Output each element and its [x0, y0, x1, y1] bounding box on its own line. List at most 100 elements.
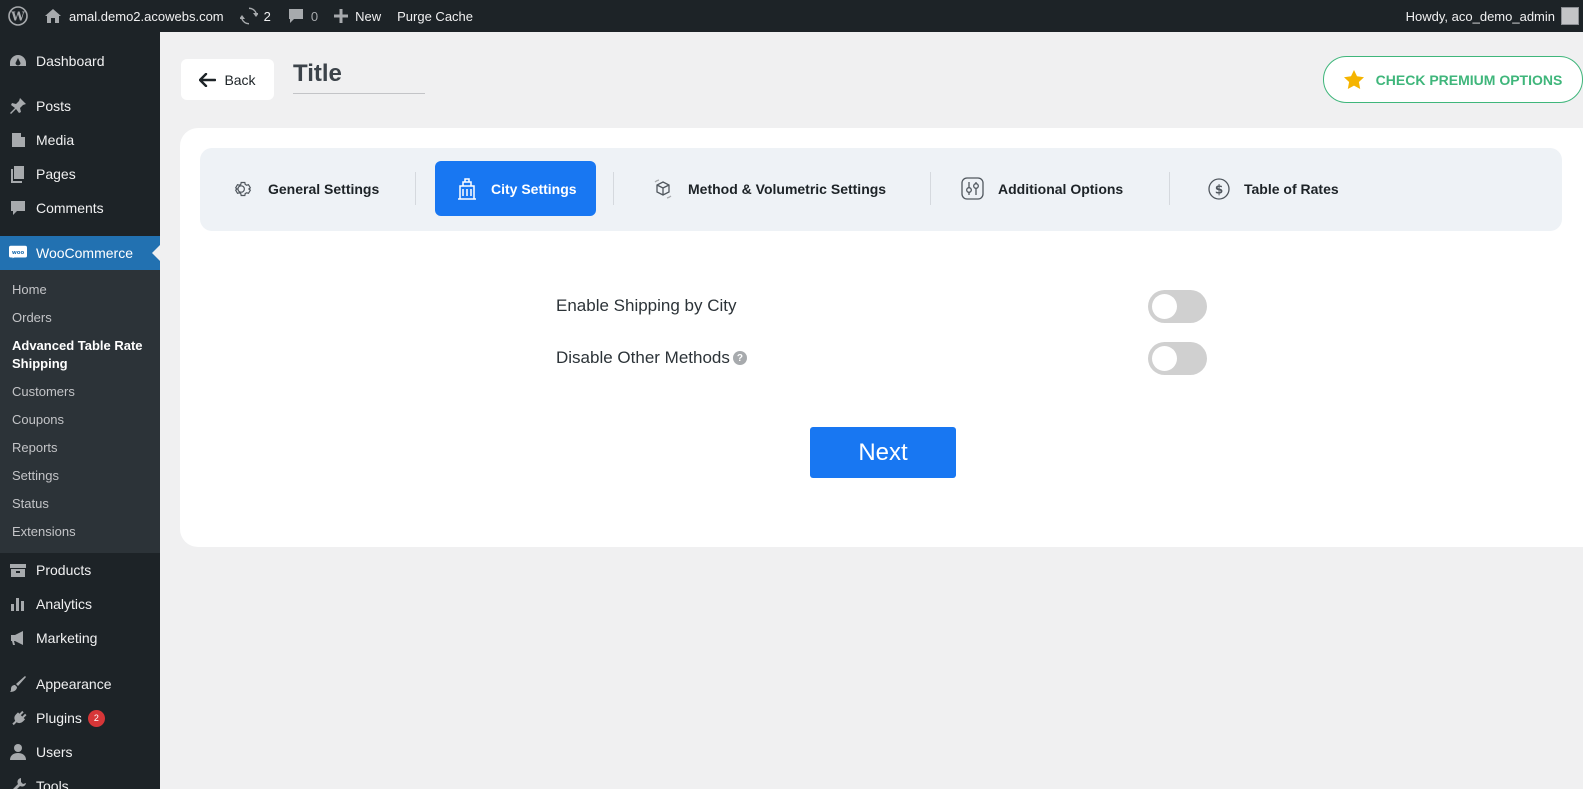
new-label: New	[355, 8, 382, 24]
title-value: Title	[293, 60, 342, 87]
updates-link[interactable]: 2	[232, 0, 279, 32]
dashboard-icon	[9, 52, 27, 70]
sidebar-item-posts[interactable]: Posts	[0, 89, 160, 123]
tab-divider	[415, 172, 416, 205]
admin-sidebar: Dashboard Posts Media Pages Comments woo…	[0, 32, 160, 789]
wordpress-logo-icon[interactable]: W	[0, 0, 36, 32]
woocommerce-submenu: Home Orders Advanced Table Rate Shipping…	[0, 270, 160, 553]
sidebar-item-products[interactable]: Products	[0, 553, 160, 587]
comments-link[interactable]: 0	[279, 0, 326, 32]
account-menu[interactable]: Howdy, aco_demo_admin	[1406, 0, 1583, 32]
back-label: Back	[224, 71, 256, 88]
submenu-reports[interactable]: Reports	[0, 434, 160, 462]
gear-icon	[234, 181, 252, 196]
tab-additional-options[interactable]: Additional Options	[961, 161, 1123, 216]
pin-icon	[9, 97, 27, 115]
pages-icon	[9, 165, 27, 183]
sidebar-item-pages[interactable]: Pages	[0, 157, 160, 191]
toggle-knob	[1152, 346, 1177, 371]
comment-icon	[9, 199, 27, 217]
sidebar-item-dashboard[interactable]: Dashboard	[0, 44, 160, 78]
sidebar-item-woocommerce[interactable]: woo WooCommerce	[0, 236, 160, 270]
comment-icon	[288, 9, 303, 23]
star-icon	[1343, 70, 1364, 89]
avatar	[1561, 7, 1579, 25]
box-icon	[654, 178, 672, 199]
title-input[interactable]: Title	[293, 58, 425, 94]
purge-cache-link[interactable]: Purge Cache	[389, 0, 481, 32]
sidebar-item-comments[interactable]: Comments	[0, 191, 160, 225]
archive-icon	[9, 561, 27, 579]
sidebar-item-label: Appearance	[36, 676, 112, 692]
enable-shipping-by-city-label: Enable Shipping by City	[556, 296, 737, 315]
submenu-extensions[interactable]: Extensions	[0, 518, 160, 546]
sidebar-item-analytics[interactable]: Analytics	[0, 587, 160, 621]
toggle-knob	[1152, 294, 1177, 319]
purge-cache-label: Purge Cache	[397, 8, 474, 24]
plus-icon	[334, 9, 349, 23]
tab-divider	[930, 172, 931, 205]
submenu-coupons[interactable]: Coupons	[0, 406, 160, 434]
updates-count: 2	[263, 8, 271, 24]
sidebar-item-plugins[interactable]: Plugins 2	[0, 701, 160, 735]
sliders-icon	[961, 177, 984, 200]
submenu-settings[interactable]: Settings	[0, 462, 160, 490]
sidebar-item-label: Products	[36, 562, 92, 578]
updates-icon	[239, 7, 258, 25]
sidebar-item-label: Comments	[36, 200, 104, 216]
enable-shipping-by-city-row: Enable Shipping by City	[556, 296, 737, 316]
site-name: amal.demo2.acowebs.com	[69, 8, 224, 24]
svg-text:$: $	[1215, 182, 1223, 196]
check-premium-options-button[interactable]: CHECK PREMIUM OPTIONS	[1323, 56, 1583, 103]
submenu-orders[interactable]: Orders	[0, 304, 160, 332]
arrow-left-icon	[199, 72, 217, 87]
help-icon[interactable]: ?	[732, 351, 747, 365]
sidebar-item-label: Analytics	[36, 596, 93, 612]
howdy-text: Howdy, aco_demo_admin	[1405, 8, 1555, 24]
megaphone-icon	[9, 629, 27, 647]
next-button[interactable]: Next	[810, 427, 956, 478]
sidebar-item-label: Users	[36, 744, 73, 760]
enable-shipping-by-city-toggle[interactable]	[1148, 290, 1207, 323]
users-icon	[9, 743, 27, 761]
tab-divider	[613, 172, 614, 205]
tab-label: Additional Options	[998, 180, 1124, 197]
sidebar-item-marketing[interactable]: Marketing	[0, 621, 160, 655]
disable-other-methods-toggle[interactable]	[1148, 342, 1207, 375]
sidebar-item-tools[interactable]: Tools	[0, 769, 160, 789]
comments-count: 0	[310, 8, 319, 24]
admin-bar: W amal.demo2.acowebs.com 2 0 New Purge C…	[0, 0, 1583, 32]
sidebar-item-label: Marketing	[36, 630, 98, 646]
tab-label: General Settings	[268, 180, 380, 197]
building-icon	[458, 177, 476, 200]
premium-label: CHECK PREMIUM OPTIONS	[1375, 71, 1563, 88]
tab-label: Method & Volumetric Settings	[688, 180, 887, 197]
tab-city-settings[interactable]: City Settings	[435, 161, 596, 216]
sidebar-item-label: Dashboard	[36, 53, 105, 69]
new-content-link[interactable]: New	[326, 0, 389, 32]
sidebar-item-appearance[interactable]: Appearance	[0, 667, 160, 701]
home-icon	[45, 9, 61, 23]
sidebar-item-media[interactable]: Media	[0, 123, 160, 157]
sidebar-item-users[interactable]: Users	[0, 735, 160, 769]
settings-card: General Settings City Settings Method & …	[180, 128, 1583, 547]
tab-label: City Settings	[491, 180, 577, 197]
sidebar-item-label: Plugins	[36, 710, 82, 726]
media-icon	[9, 131, 27, 149]
svg-text:W: W	[10, 10, 25, 24]
tab-table-of-rates[interactable]: $ Table of Rates	[1208, 161, 1339, 216]
back-button[interactable]: Back	[181, 59, 274, 100]
plugins-update-badge: 2	[87, 709, 105, 727]
tab-general-settings[interactable]: General Settings	[232, 161, 379, 216]
plugin-icon	[9, 709, 27, 727]
submenu-status[interactable]: Status	[0, 490, 160, 518]
disable-other-methods-label: Disable Other Methods	[556, 348, 730, 367]
woocommerce-icon: woo	[9, 244, 27, 262]
next-label: Next	[858, 438, 908, 466]
site-name-link[interactable]: amal.demo2.acowebs.com	[36, 0, 232, 32]
submenu-home[interactable]: Home	[0, 276, 160, 304]
tab-label: Table of Rates	[1244, 180, 1339, 197]
tab-method-volumetric-settings[interactable]: Method & Volumetric Settings	[652, 161, 886, 216]
submenu-advanced-table-rate-shipping[interactable]: Advanced Table Rate Shipping	[0, 332, 160, 378]
submenu-customers[interactable]: Customers	[0, 378, 160, 406]
